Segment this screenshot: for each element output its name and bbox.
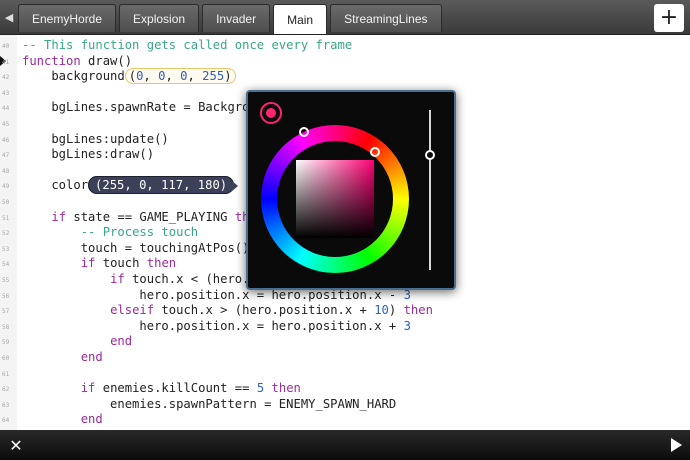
code-text[interactable]: function draw() [22, 54, 132, 70]
line-number: 56 [2, 292, 10, 300]
tab-streaminglines[interactable]: StreamingLines [330, 4, 442, 32]
add-tab-button[interactable]: + [654, 4, 684, 32]
alpha-slider-knob[interactable] [425, 150, 435, 160]
tab-enemyhorde[interactable]: EnemyHorde [18, 4, 117, 32]
code-text[interactable]: end [22, 334, 132, 350]
code-text[interactable]: background (0, 0, 0, 255) [22, 68, 236, 85]
line-number: 62 [2, 386, 10, 394]
alpha-slider-track[interactable] [429, 110, 431, 270]
chevron-left-icon: ◀ [4, 10, 14, 24]
line-number: 48 [2, 167, 10, 175]
code-line[interactable]: 40 -- This function gets called once ever… [0, 38, 690, 54]
code-text[interactable]: end [22, 412, 103, 428]
close-button[interactable]: ✕ [6, 434, 26, 456]
saturation-value-handle[interactable] [370, 147, 380, 157]
code-text[interactable]: elseif touch.x > (hero.position.x + 10) … [22, 303, 433, 319]
line-number: 47 [2, 152, 10, 160]
close-icon: ✕ [9, 435, 23, 455]
line-number: 61 [2, 370, 10, 378]
line-number: 42 [2, 74, 10, 82]
saturation-value-square[interactable] [296, 160, 374, 238]
line-number: 54 [2, 261, 10, 269]
line-number: 52 [2, 230, 10, 238]
line-number: 45 [2, 121, 10, 128]
plus-icon: + [659, 5, 679, 30]
code-text[interactable]: if state == GAME_PLAYING then [22, 210, 264, 226]
line-number: 41 [2, 58, 10, 66]
back-button[interactable]: ◀ [0, 0, 18, 34]
line-number: 43 [2, 89, 10, 97]
code-line[interactable]: 58 hero.position.x = hero.position.x + 3 [0, 319, 690, 335]
line-number: 58 [2, 323, 10, 331]
tab-explosion[interactable]: Explosion [119, 4, 200, 32]
code-text[interactable]: -- This function gets called once every … [22, 38, 352, 54]
hue-handle[interactable] [299, 127, 309, 137]
play-icon[interactable] [671, 438, 682, 452]
line-number: 50 [2, 199, 10, 206]
line-number: 60 [2, 355, 10, 362]
line-number: 59 [2, 339, 10, 347]
code-line[interactable]: 62 if enemies.killCount == 5 then [0, 381, 690, 397]
code-text[interactable]: -- Process touch [22, 225, 198, 241]
tab-main[interactable]: Main [273, 4, 328, 34]
tab-invader[interactable]: Invader [202, 4, 271, 32]
line-number: 53 [2, 245, 10, 253]
bottom-toolbar: ✕ [0, 430, 690, 460]
code-line[interactable]: 41 function draw() [0, 54, 690, 70]
code-line[interactable]: 57 elseif touch.x > (hero.position.x + 1… [0, 303, 690, 319]
line-number: 40 [2, 43, 10, 50]
color-picker-popover[interactable] [246, 90, 456, 290]
code-text[interactable]: bgLines.spawnRate = Background [22, 100, 271, 116]
tab-bar: ◀ EnemyHorde Explosion Invader Main Streamin… [0, 0, 690, 35]
line-number: 64 [2, 417, 10, 425]
code-text[interactable]: if enemies.killCount == 5 then [22, 381, 301, 397]
code-text[interactable]: if touch then [22, 256, 176, 272]
code-line[interactable]: 60 end [0, 350, 690, 366]
code-text[interactable]: hero.position.x = hero.position.x + 3 [22, 319, 411, 335]
line-number: 55 [2, 277, 10, 284]
code-text[interactable]: enemies.spawnPattern = ENEMY_SPAWN_HARD [22, 397, 396, 413]
color-pill-pointer-icon [231, 180, 238, 193]
code-line[interactable]: 63 enemies.spawnPattern = ENEMY_SPAWN_HA… [0, 397, 690, 413]
color-preview-swatch[interactable] [260, 102, 282, 124]
code-text[interactable]: bgLines:draw() [22, 147, 154, 163]
code-text[interactable]: touch = touchingAtPos() [22, 241, 250, 257]
line-number: 51 [2, 214, 10, 222]
line-number: 46 [2, 136, 10, 144]
code-text[interactable]: end [22, 350, 103, 366]
code-editor[interactable]: 40 -- This function gets called once ever… [0, 35, 690, 430]
code-text[interactable]: color (255, 0, 117, 180) [22, 176, 235, 195]
code-text[interactable]: bgLines:update() [22, 132, 168, 148]
code-line[interactable]: 61 [0, 366, 690, 382]
line-number: 44 [2, 105, 10, 113]
tab-list: EnemyHorde Explosion Invader Main StreamingL… [18, 4, 442, 34]
code-line[interactable]: 59 end [0, 334, 690, 350]
line-number: 49 [2, 183, 10, 191]
code-line[interactable]: 64 end [0, 412, 690, 428]
line-number: 57 [2, 308, 10, 316]
line-number: 63 [2, 401, 10, 409]
code-line[interactable]: 42 background (0, 0, 0, 255) [0, 68, 690, 85]
